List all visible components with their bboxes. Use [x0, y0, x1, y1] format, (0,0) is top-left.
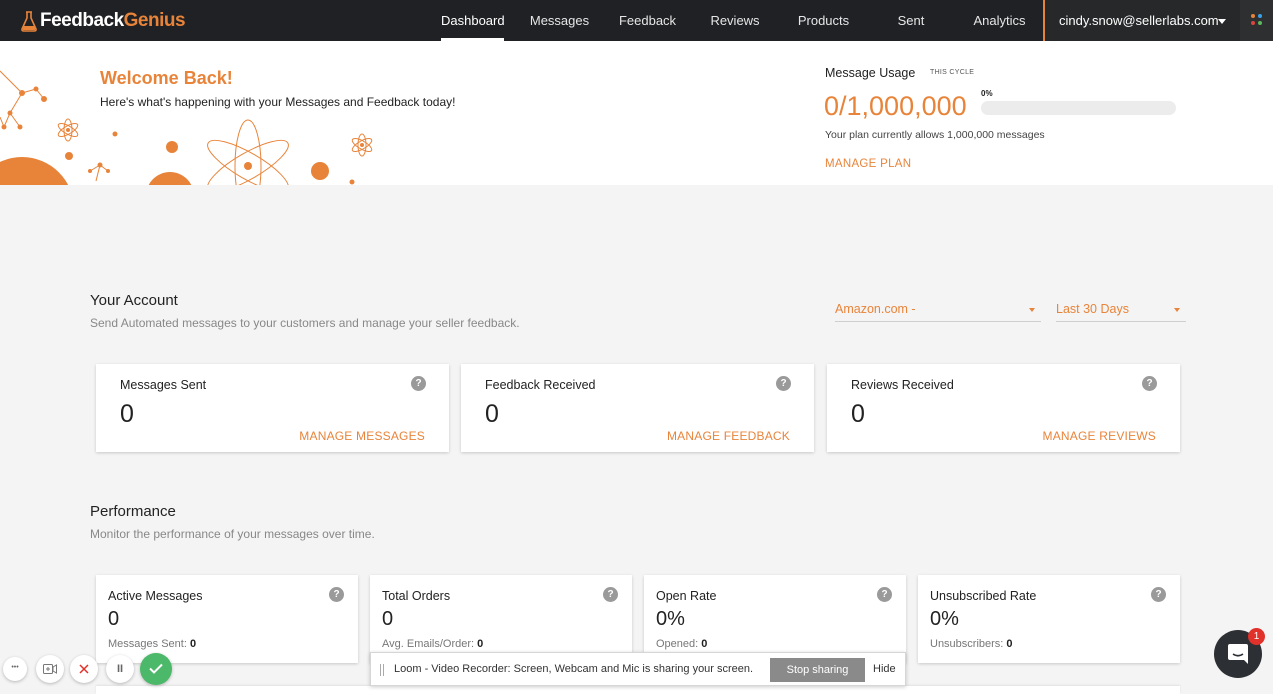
date-range-select[interactable]: Last 30 Days: [1056, 298, 1186, 322]
card-value: 0: [851, 400, 865, 428]
card-sub-stat: Avg. Emails/Order: 0: [382, 638, 483, 650]
date-range-value: Last 30 Days: [1056, 302, 1129, 316]
usage-cycle-label: THIS CYCLE: [930, 69, 975, 76]
screen-share-bar: Loom - Video Recorder: Screen, Webcam an…: [370, 652, 906, 686]
sub-stat-value: 0: [1006, 638, 1013, 650]
more-options-button[interactable]: •••: [3, 657, 27, 681]
help-icon[interactable]: ?: [1151, 587, 1166, 602]
card-value: 0: [382, 608, 394, 630]
total-orders-card: Total Orders 0 ? Avg. Emails/Order: 0: [370, 575, 632, 663]
reviews-received-card: Reviews Received 0 ? MANAGE REVIEWS: [827, 364, 1180, 452]
card-sub-stat: Opened: 0: [656, 638, 707, 650]
manage-plan-link[interactable]: MANAGE PLAN: [825, 158, 911, 170]
card-value: 0%: [656, 608, 685, 630]
help-icon[interactable]: ?: [411, 376, 426, 391]
user-email: cindy.snow@sellerlabs.com: [1059, 13, 1219, 28]
card-label: Reviews Received: [851, 378, 954, 392]
cancel-recording-button[interactable]: [70, 655, 98, 683]
top-navbar: Feedback Genius Dashboard Messages Feedba…: [0, 0, 1273, 41]
sub-stat-label: Unsubscribers:: [930, 638, 1004, 650]
nav-reviews[interactable]: Reviews: [706, 0, 764, 41]
help-icon[interactable]: ?: [603, 587, 618, 602]
sub-stat-label: Messages Sent:: [108, 638, 187, 650]
chevron-down-icon: [1218, 19, 1226, 24]
card-label: Open Rate: [656, 589, 717, 603]
help-icon[interactable]: ?: [329, 587, 344, 602]
sub-stat-value: 0: [701, 638, 708, 650]
account-section-title: Your Account: [90, 292, 178, 309]
stop-sharing-button[interactable]: Stop sharing: [770, 658, 865, 682]
nav-sent[interactable]: Sent: [894, 0, 928, 41]
card-label: Unsubscribed Rate: [930, 589, 1037, 603]
apps-grid-icon[interactable]: [1240, 0, 1273, 41]
finish-recording-button[interactable]: [140, 653, 172, 685]
flask-icon: [21, 10, 37, 32]
messages-sent-card: Messages Sent 0 ? MANAGE MESSAGES: [96, 364, 449, 452]
check-icon: [149, 663, 163, 674]
manage-feedback-link[interactable]: MANAGE FEEDBACK: [667, 429, 790, 443]
camera-icon: [43, 664, 57, 674]
next-section-edge: [96, 686, 1180, 694]
feedback-received-card: Feedback Received 0 ? MANAGE FEEDBACK: [461, 364, 814, 452]
usage-progress-bar: [981, 101, 1176, 115]
nav-analytics[interactable]: Analytics: [969, 0, 1030, 41]
nav-messages[interactable]: Messages: [528, 0, 591, 41]
card-label: Messages Sent: [120, 378, 207, 392]
card-sub-stat: Messages Sent: 0: [108, 638, 196, 650]
brand-name-genius: Genius: [123, 9, 186, 31]
card-label: Active Messages: [108, 589, 203, 603]
chevron-down-icon: [1029, 308, 1035, 312]
welcome-subtitle: Here's what's happening with your Messag…: [100, 95, 456, 109]
camera-toggle-button[interactable]: [36, 655, 64, 683]
notification-badge: 1: [1248, 628, 1265, 645]
manage-messages-link[interactable]: MANAGE MESSAGES: [299, 429, 425, 443]
sub-stat-label: Avg. Emails/Order:: [382, 638, 475, 650]
chat-icon: [1228, 644, 1248, 664]
help-icon[interactable]: ?: [1142, 376, 1157, 391]
screen-share-message: Loom - Video Recorder: Screen, Webcam an…: [394, 663, 754, 675]
marketplace-value: Amazon.com -: [835, 302, 916, 316]
help-icon[interactable]: ?: [776, 376, 791, 391]
nav-dashboard[interactable]: Dashboard: [441, 0, 505, 41]
sub-stat-value: 0: [189, 638, 197, 650]
help-icon[interactable]: ?: [877, 587, 892, 602]
card-sub-stat: Unsubscribers: 0: [930, 638, 1013, 650]
brand-name-feedback: Feedback: [40, 9, 124, 31]
account-section-subtitle: Send Automated messages to your customer…: [90, 316, 520, 330]
chevron-down-icon: [1174, 308, 1180, 312]
sub-stat-value: 0: [477, 638, 484, 650]
user-menu[interactable]: cindy.snow@sellerlabs.com: [1043, 0, 1240, 41]
card-value: 0: [108, 608, 120, 630]
card-value: 0%: [930, 608, 959, 630]
usage-percent: 0%: [981, 89, 993, 98]
molecule-illustration: [0, 70, 373, 185]
welcome-banner: Welcome Back! Here's what's happening wi…: [0, 41, 1273, 185]
card-value: 0: [485, 400, 499, 428]
marketplace-select[interactable]: Amazon.com -: [835, 298, 1041, 322]
card-value: 0: [120, 400, 134, 428]
usage-count: 0/1,000,000: [824, 91, 967, 121]
brand-logo[interactable]: Feedback Genius: [20, 8, 186, 33]
unsubscribed-rate-card: Unsubscribed Rate 0% ? Unsubscribers: 0: [918, 575, 1180, 663]
sub-stat-label: Opened:: [656, 638, 699, 650]
message-usage-title: Message Usage: [825, 66, 916, 80]
nav-products[interactable]: Products: [794, 0, 853, 41]
open-rate-card: Open Rate 0% ? Opened: 0: [644, 575, 906, 663]
drag-handle-icon[interactable]: [380, 664, 384, 676]
manage-reviews-link[interactable]: MANAGE REVIEWS: [1043, 429, 1156, 443]
card-label: Total Orders: [382, 589, 451, 603]
usage-plan-note: Your plan currently allows 1,000,000 mes…: [825, 129, 1045, 141]
close-icon: [79, 664, 89, 674]
card-label: Feedback Received: [485, 378, 596, 392]
performance-section-title: Performance: [90, 503, 176, 520]
performance-section-subtitle: Monitor the performance of your messages…: [90, 527, 375, 541]
hide-button[interactable]: Hide: [873, 663, 896, 675]
pause-recording-button[interactable]: II: [106, 655, 134, 683]
welcome-title: Welcome Back!: [100, 68, 233, 88]
nav-feedback[interactable]: Feedback: [615, 0, 680, 41]
active-messages-card: Active Messages 0 ? Messages Sent: 0: [96, 575, 358, 663]
